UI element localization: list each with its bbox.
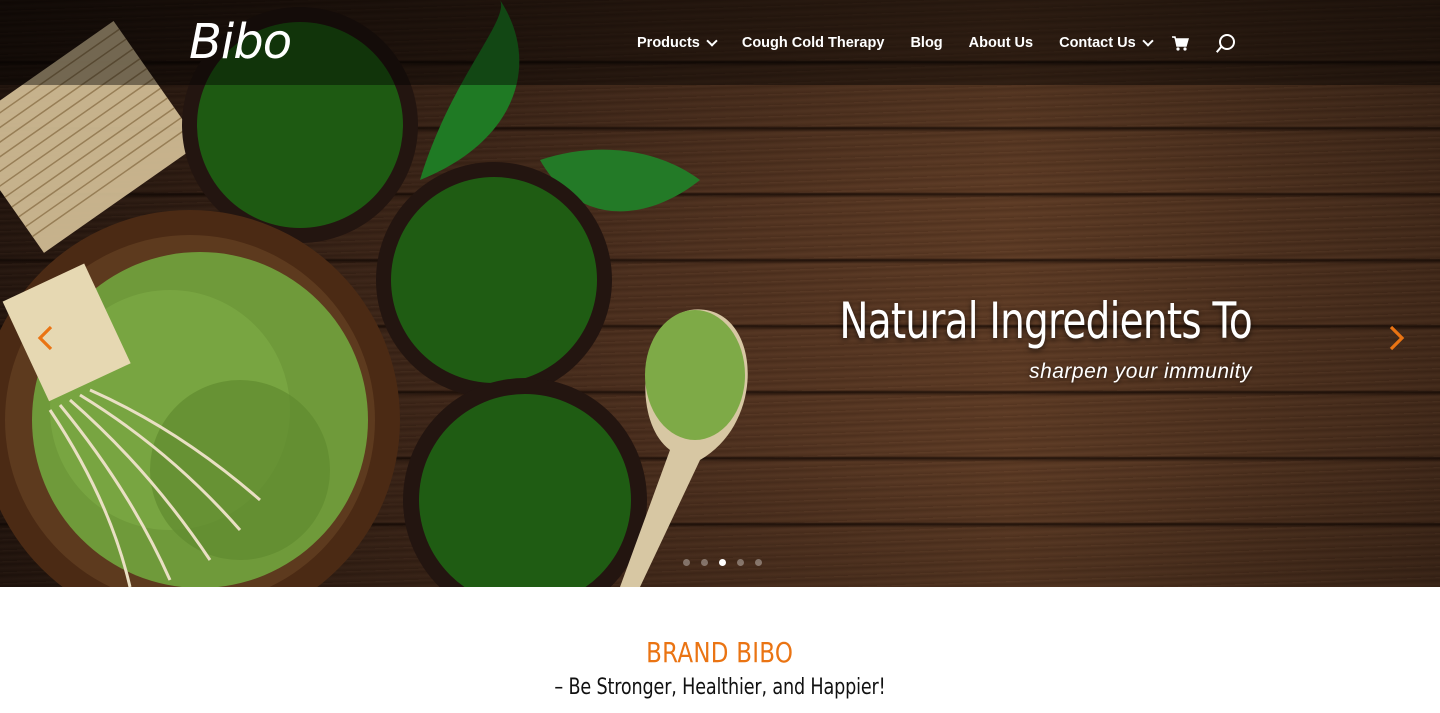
brand-section-heading: BRAND BIBO: [0, 636, 1440, 669]
nav-item-contact-us[interactable]: Contact Us: [1059, 35, 1154, 51]
slider-dot[interactable]: [737, 559, 744, 566]
chevron-down-icon: [1141, 35, 1154, 47]
chevron-down-icon: [706, 35, 718, 47]
cart-button[interactable]: [1171, 35, 1189, 51]
hero-slider: Bibo Products Cough Cold Therapy Blog Ab…: [0, 0, 1440, 587]
brand-section-subheading: – Be Stronger, Healthier, and Happier!: [0, 675, 1440, 700]
cart-icon: [1171, 35, 1189, 51]
nav-item-label: Products: [637, 35, 700, 51]
slide-subtitle: sharpen your immunity: [1029, 360, 1252, 383]
slider-dot[interactable]: [755, 559, 762, 566]
nav-item-label: Cough Cold Therapy: [741, 35, 885, 51]
chevron-left-icon: [37, 325, 53, 351]
brand-logo[interactable]: Bibo: [189, 14, 292, 70]
section-subtitle: – Be Stronger, Healthier, and Happier!: [554, 675, 886, 700]
main-nav: Products Cough Cold Therapy Blog About U…: [637, 32, 1235, 54]
slider-dot-active[interactable]: [719, 559, 726, 566]
nav-item-about-us[interactable]: About Us: [969, 35, 1033, 51]
slider-pagination: [683, 559, 773, 566]
section-title: BRAND BIBO: [646, 636, 794, 669]
slider-next-button[interactable]: [1384, 325, 1408, 351]
slide-title: Natural Ingredients To: [839, 292, 1252, 350]
slider-dot[interactable]: [683, 559, 690, 566]
nav-item-cough-cold-therapy[interactable]: Cough Cold Therapy: [742, 35, 885, 51]
matcha-tea-image: [0, 0, 748, 587]
nav-item-label: Blog: [910, 35, 943, 51]
nav-item-blog[interactable]: Blog: [910, 35, 942, 51]
nav-item-label: About Us: [968, 35, 1034, 51]
nav-item-products[interactable]: Products: [637, 35, 718, 51]
slider-prev-button[interactable]: [34, 325, 58, 351]
chevron-right-icon: [1389, 325, 1405, 351]
search-icon: [1218, 34, 1235, 50]
site-header: Bibo Products Cough Cold Therapy Blog Ab…: [0, 0, 1440, 85]
search-button[interactable]: [1218, 34, 1235, 50]
slider-dot[interactable]: [701, 559, 708, 566]
nav-item-label: Contact Us: [1059, 35, 1136, 51]
